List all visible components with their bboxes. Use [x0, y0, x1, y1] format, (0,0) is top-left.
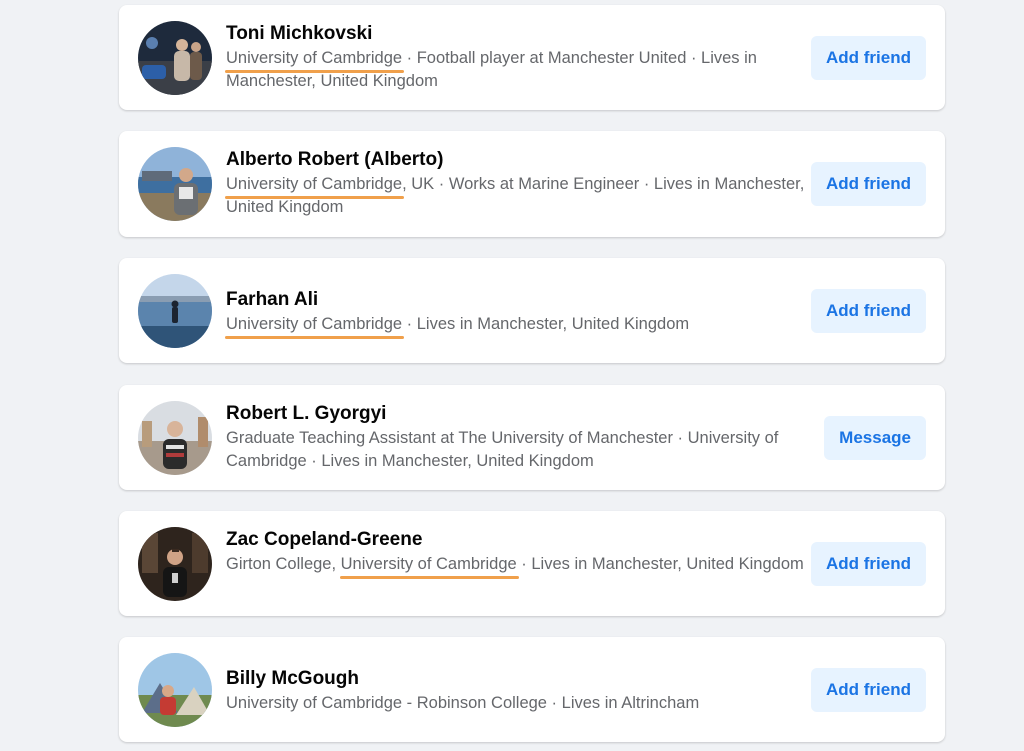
avatar[interactable]: [138, 527, 212, 601]
highlighted-university: University of Cambridge: [340, 555, 517, 573]
result-details: University of Cambridge · Football playe…: [226, 47, 806, 93]
result-name[interactable]: Billy McGough: [226, 667, 806, 691]
result-card: Toni Michkovski University of Cambridge …: [119, 5, 945, 110]
result-card: Farhan Ali University of Cambridge · Liv…: [119, 258, 945, 363]
person-indoors-photo: [138, 527, 212, 601]
result-card: Alberto Robert (Alberto) University of C…: [119, 131, 945, 237]
result-card: Zac Copeland-Greene Girton College, Univ…: [119, 511, 945, 616]
result-card: Robert L. Gyorgyi Graduate Teaching Assi…: [119, 385, 945, 490]
result-name[interactable]: Zac Copeland-Greene: [226, 528, 806, 552]
result-details: University of Cambridge, UK · Works at M…: [226, 173, 806, 219]
avatar[interactable]: [138, 147, 212, 221]
result-details: Graduate Teaching Assistant at The Unive…: [226, 429, 779, 470]
result-card: Billy McGough University of Cambridge - …: [119, 637, 945, 742]
detail-rest: · Lives in Manchester, United Kingdom: [402, 315, 690, 333]
result-details: University of Cambridge - Robinson Colle…: [226, 694, 700, 712]
person-at-seaside-photo: [138, 147, 212, 221]
avatar[interactable]: [138, 21, 212, 95]
detail-rest: · Lives in Manchester, United Kingdom: [516, 555, 804, 573]
avatar[interactable]: [138, 401, 212, 475]
add-friend-button[interactable]: Add friend: [811, 289, 926, 333]
add-friend-button[interactable]: Add friend: [811, 36, 926, 80]
detail-prefix: Girton College,: [226, 555, 341, 573]
person-on-lake-photo: [138, 274, 212, 348]
highlighted-university: University of Cambridge: [226, 315, 403, 333]
add-friend-button[interactable]: Add friend: [811, 162, 926, 206]
result-name[interactable]: Farhan Ali: [226, 288, 806, 312]
highlighted-university: University of Cambridge: [226, 49, 403, 67]
result-name[interactable]: Robert L. Gyorgyi: [226, 402, 806, 426]
add-friend-button[interactable]: Add friend: [811, 668, 926, 712]
message-button[interactable]: Message: [824, 416, 926, 460]
result-name[interactable]: Alberto Robert (Alberto): [226, 148, 806, 172]
result-name[interactable]: Toni Michkovski: [226, 22, 806, 46]
person-in-city-photo: [138, 401, 212, 475]
avatar[interactable]: [138, 274, 212, 348]
person-camping-photo: [138, 653, 212, 727]
avatar[interactable]: [138, 653, 212, 727]
result-details: University of Cambridge · Lives in Manch…: [226, 313, 806, 336]
highlighted-university: University of Cambridge: [226, 175, 403, 193]
result-details: Girton College, University of Cambridge …: [226, 553, 806, 576]
person-at-night-photo: [138, 21, 212, 95]
add-friend-button[interactable]: Add friend: [811, 542, 926, 586]
